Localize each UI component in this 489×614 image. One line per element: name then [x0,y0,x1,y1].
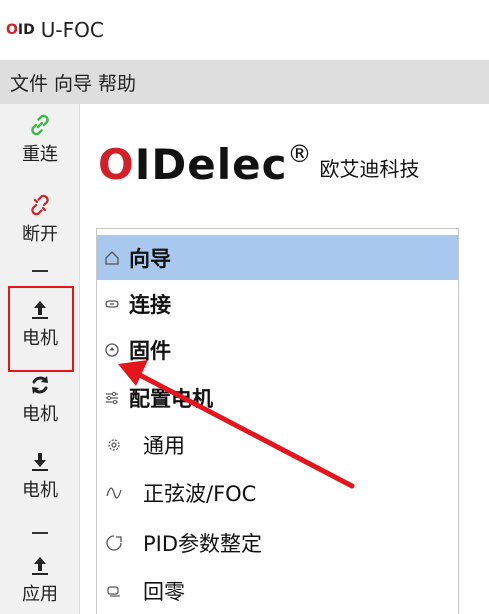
homing-icon [105,582,123,600]
nav-item-label: 连接 [129,292,171,317]
broken-link-icon [31,194,49,216]
wizard-nav-panel: 向导 连接 固件 配置电机 通用 正弦波/FOC PID参数整定 回零 [96,228,459,614]
nav-item-firmware[interactable]: 固件 [97,327,458,372]
registered-mark: ® [287,140,312,168]
upload-arrow-icon [32,557,48,575]
firmware-icon [103,341,121,359]
reconnect-label: 重连 [22,144,58,165]
window-title: U-FOC [40,18,104,42]
app-logo: OID [6,22,35,38]
sync-motor-button[interactable]: 电机 [0,372,80,426]
menu-bar: 文件 向导 帮助 [0,60,489,104]
nav-item-label: 通用 [143,433,185,458]
disconnect-label: 断开 [22,224,58,245]
nav-item-pid-tuning[interactable]: PID参数整定 [97,520,458,565]
nav-item-homing[interactable]: 回零 [97,568,458,613]
nav-item-label: PID参数整定 [143,531,263,556]
gear-icon [105,436,123,454]
home-icon [103,249,121,267]
nav-item-sine-foc[interactable]: 正弦波/FOC [97,470,458,515]
settings-sliders-icon [103,389,121,407]
title-bar: OID U-FOC [0,0,489,60]
nav-item-label: 正弦波/FOC [143,481,257,506]
main-panel: OIDelec ® 欧艾迪科技 向导 连接 固件 配置电机 通用 正弦波/FOC… [80,104,489,614]
download-motor-label: 电机 [22,480,58,501]
pid-icon [105,534,123,552]
download-motor-button[interactable]: 电机 [0,448,80,502]
link-icon [103,295,121,313]
menu-file[interactable]: 文件 [10,69,48,96]
company-name: 欧艾迪科技 [319,157,420,181]
brand-logo: OIDelec [98,140,288,189]
nav-item-connect[interactable]: 连接 [97,281,458,326]
annotation-highlight-box [8,286,74,372]
nav-item-label: 配置电机 [129,386,213,411]
nav-item-label: 固件 [129,338,171,363]
sync-motor-label: 电机 [22,404,58,425]
sine-wave-icon [105,484,123,502]
refresh-icon [32,376,48,394]
menu-help[interactable]: 帮助 [98,69,136,96]
disconnect-button[interactable]: 断开 [0,192,80,246]
nav-item-label: 回零 [143,579,185,604]
toolbar-separator [32,532,48,534]
toolbar-separator [32,270,48,272]
menu-wizard[interactable]: 向导 [54,69,92,96]
nav-item-wizard[interactable]: 向导 [97,235,458,280]
link-icon [31,114,49,136]
brand-banner: OIDelec ® 欧艾迪科技 [98,140,420,189]
upload-app-button[interactable]: 应用 [0,552,80,606]
upload-app-label: 应用 [22,584,58,605]
nav-item-configure-motor[interactable]: 配置电机 [97,375,458,420]
nav-item-general[interactable]: 通用 [97,422,458,467]
nav-item-label: 向导 [129,246,171,271]
reconnect-button[interactable]: 重连 [0,112,80,166]
download-arrow-icon [32,453,48,471]
